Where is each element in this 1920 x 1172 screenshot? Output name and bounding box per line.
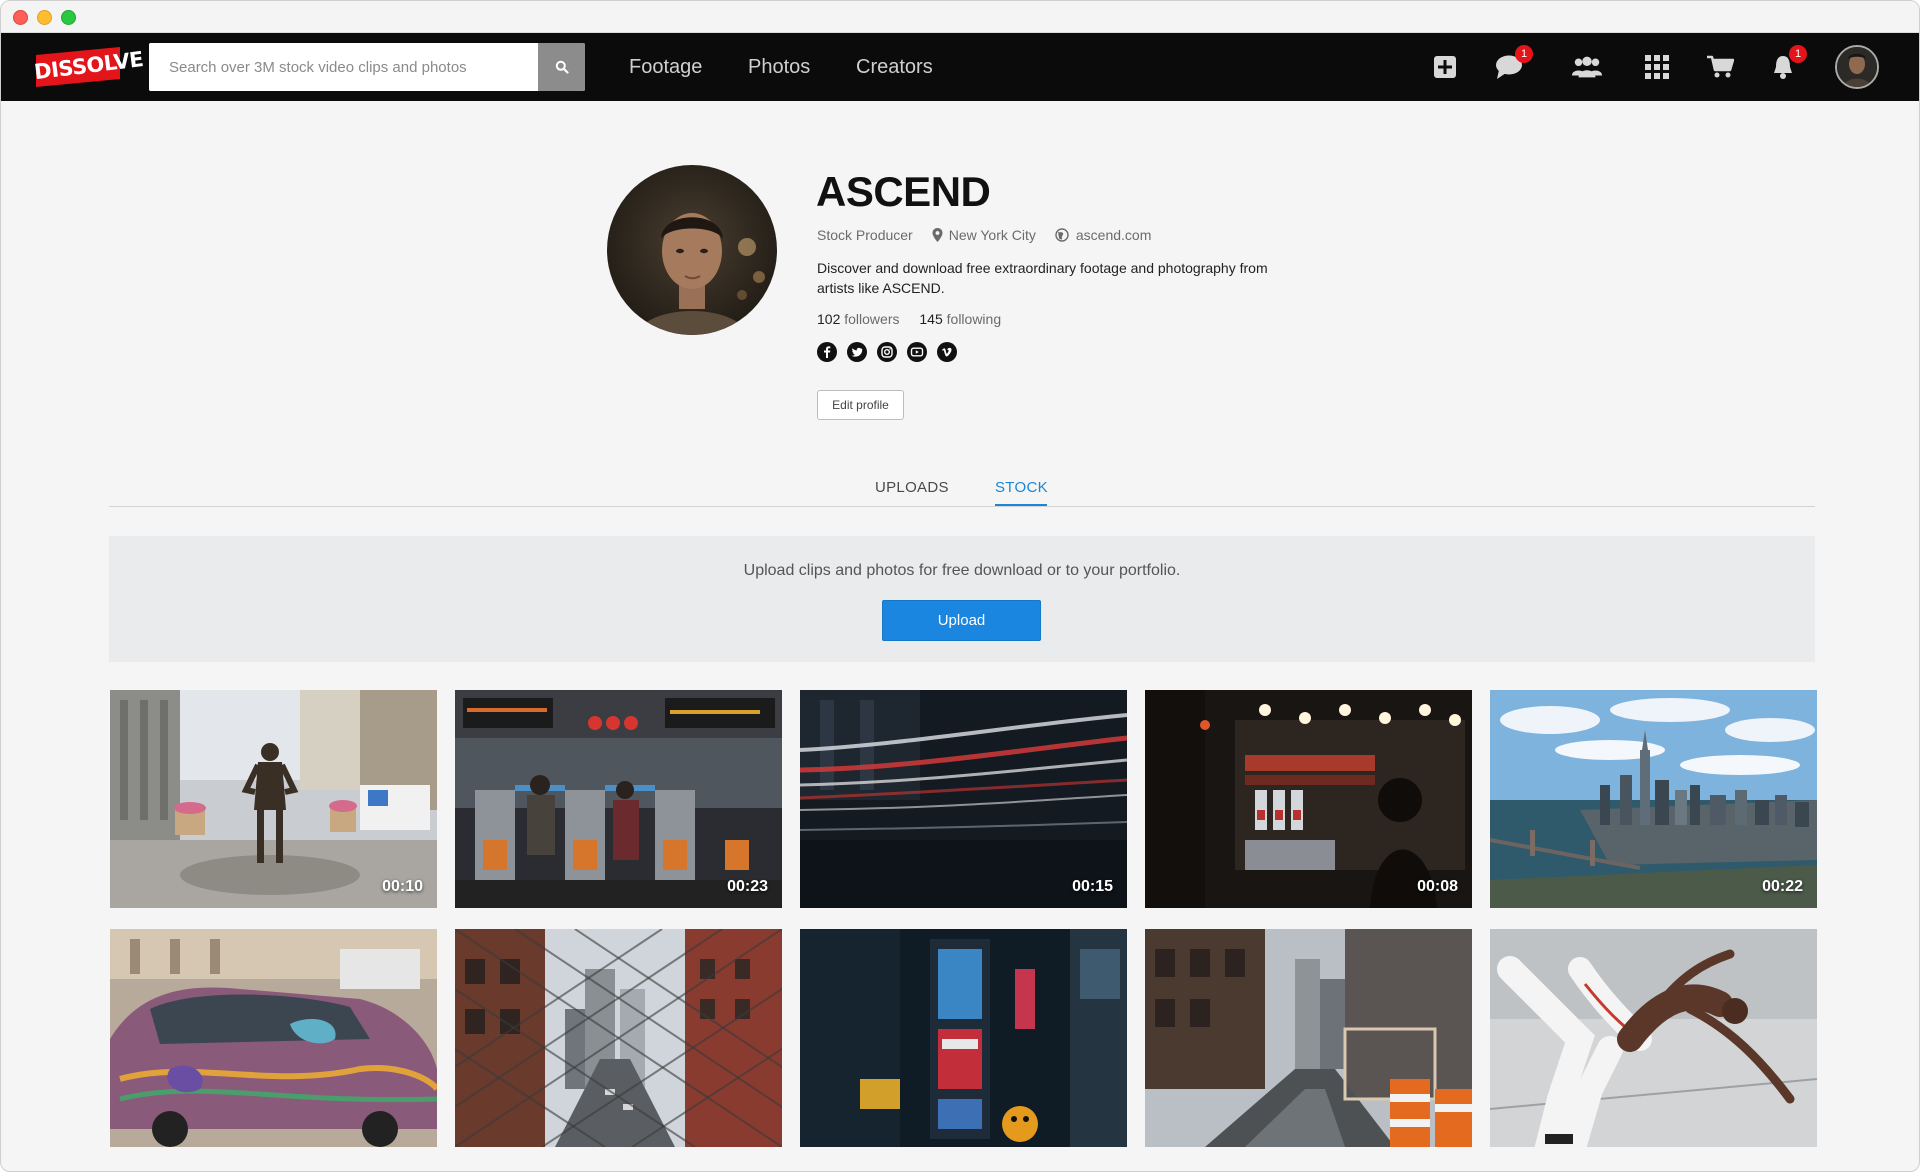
video-duration: 00:08 <box>1417 878 1458 895</box>
nav-creators[interactable]: Creators <box>856 33 933 101</box>
facebook-icon <box>824 346 831 358</box>
search-bar <box>149 43 585 91</box>
cart-button[interactable] <box>1704 51 1736 83</box>
upload-message: Upload clips and photos for free downloa… <box>743 562 1181 579</box>
nav-photos[interactable]: Photos <box>748 33 810 101</box>
following-label: following <box>946 311 1002 327</box>
close-window-button[interactable] <box>13 10 28 25</box>
add-icon <box>1434 56 1456 78</box>
profile-meta: Stock Producer New York City ascend.com <box>817 227 1151 243</box>
globe-icon <box>1055 228 1069 242</box>
video-duration: 00:10 <box>382 878 423 895</box>
upload-button[interactable]: Upload <box>882 600 1041 641</box>
followers-stat[interactable]: 102 followers <box>817 311 900 327</box>
location-pin-icon <box>932 228 943 242</box>
nyc-skyline-aerial-image <box>1490 690 1817 908</box>
video-duration: 00:23 <box>727 878 768 895</box>
vimeo-link[interactable] <box>937 342 957 362</box>
cart-icon <box>1707 55 1734 78</box>
youtube-link[interactable] <box>907 342 927 362</box>
tab-uploads[interactable]: UPLOADS <box>875 479 949 496</box>
following-stat[interactable]: 145 following <box>919 311 1001 327</box>
media-thumbnail-7[interactable] <box>455 929 782 1147</box>
profile-photo <box>607 165 777 335</box>
notifications-button[interactable]: 1 <box>1767 45 1807 83</box>
edit-profile-button[interactable]: Edit profile <box>817 390 904 420</box>
upload-panel: Upload clips and photos for free downloa… <box>109 536 1815 662</box>
social-links <box>817 342 957 362</box>
twitter-icon <box>851 347 863 357</box>
profile-website-link[interactable]: ascend.com <box>1076 227 1151 243</box>
messages-badge: 1 <box>1515 45 1533 63</box>
dissolve-logo[interactable]: DISSOLVE <box>33 47 144 87</box>
following-count: 145 <box>919 311 943 327</box>
twitter-link[interactable] <box>847 342 867 362</box>
dancer-backbend-image <box>1490 929 1817 1147</box>
instagram-link[interactable] <box>877 342 897 362</box>
instagram-icon <box>881 346 893 358</box>
minimize-window-button[interactable] <box>37 10 52 25</box>
apps-button[interactable] <box>1641 51 1673 83</box>
followers-label: followers <box>844 311 900 327</box>
media-thumbnail-3[interactable]: 00:15 <box>800 690 1127 908</box>
painted-car-image <box>110 929 437 1147</box>
messages-button[interactable]: 1 <box>1493 45 1533 83</box>
user-avatar[interactable] <box>1835 45 1879 89</box>
search-icon <box>555 60 569 74</box>
media-thumbnail-6[interactable] <box>110 929 437 1147</box>
times-square-night-image <box>800 929 1127 1147</box>
video-duration: 00:22 <box>1762 878 1803 895</box>
top-navbar: DISSOLVE Footage Photos Creators <box>1 33 1919 101</box>
subway-turnstiles-image <box>455 690 782 908</box>
media-thumbnail-5[interactable]: 00:22 <box>1490 690 1817 908</box>
notifications-badge: 1 <box>1789 45 1807 63</box>
search-button[interactable] <box>538 43 585 91</box>
media-thumbnail-10[interactable] <box>1490 929 1817 1147</box>
tabs-divider <box>109 506 1815 507</box>
search-input[interactable] <box>149 43 537 91</box>
apps-grid-icon <box>1645 55 1669 79</box>
youtube-icon <box>910 347 924 357</box>
media-thumbnail-4[interactable]: 00:08 <box>1145 690 1472 908</box>
profile-stats: 102 followers 145 following <box>817 311 1001 327</box>
video-duration: 00:15 <box>1072 878 1113 895</box>
window-titlebar <box>1 1 1919 33</box>
traffic-light-trails-image <box>800 690 1127 908</box>
vimeo-icon <box>942 347 952 357</box>
community-button[interactable] <box>1571 51 1603 83</box>
browser-window: DISSOLVE Footage Photos Creators <box>0 0 1920 1172</box>
profile-bio: Discover and download free extraordinary… <box>817 260 1268 296</box>
media-thumbnail-2[interactable]: 00:23 <box>455 690 782 908</box>
maximize-window-button[interactable] <box>61 10 76 25</box>
profile-role: Stock Producer <box>817 227 913 243</box>
wet-street-construction-image <box>1145 929 1472 1147</box>
fearless-girl-statue-image <box>110 690 437 908</box>
chinatown-fence-image <box>455 929 782 1147</box>
community-icon <box>1571 56 1603 78</box>
profile-avatar <box>607 165 777 335</box>
followers-count: 102 <box>817 311 841 327</box>
food-cart-night-image <box>1145 690 1472 908</box>
nav-footage[interactable]: Footage <box>629 33 702 101</box>
profile-name: ASCEND <box>816 168 991 215</box>
media-thumbnail-8[interactable] <box>800 929 1127 1147</box>
avatar-image <box>1837 47 1877 87</box>
facebook-link[interactable] <box>817 342 837 362</box>
media-thumbnail-1[interactable]: 00:10 <box>110 690 437 908</box>
profile-location: New York City <box>948 227 1036 243</box>
add-button[interactable] <box>1429 51 1461 83</box>
media-thumbnail-9[interactable] <box>1145 929 1472 1147</box>
tab-stock[interactable]: STOCK <box>995 479 1048 496</box>
